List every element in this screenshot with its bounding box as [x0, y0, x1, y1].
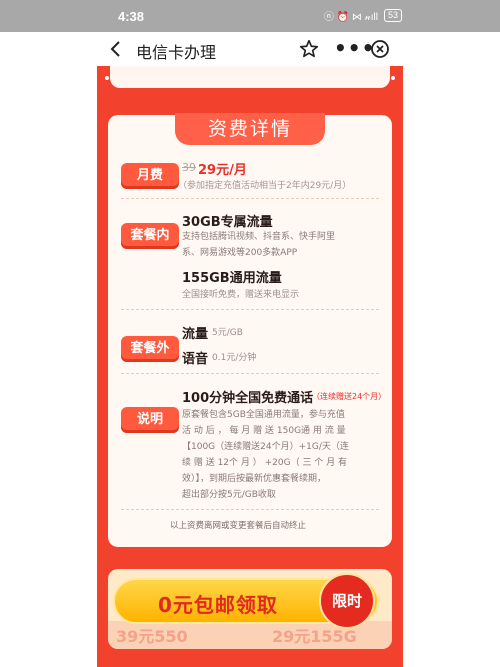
- previous-card: [110, 66, 390, 88]
- explain-line: 【100G（连续赠送24个月）+1G/天（连: [182, 442, 349, 452]
- cta-label: 0元包邮领取: [158, 593, 278, 617]
- package-in-item1-desc: 支持包括腾讯视频、抖音系、快手阿里: [182, 232, 336, 242]
- divider: [121, 373, 379, 374]
- left-margin: [0, 66, 97, 667]
- flow-label: 流量: [182, 327, 209, 342]
- explain-line: 原套餐包含5GB全国通用流量，参与充值: [182, 410, 345, 420]
- divider: [121, 509, 379, 510]
- right-margin: [403, 66, 500, 667]
- status-icons: ⓝ ⏰ ⋈ 𝓃ıll 53: [324, 8, 402, 23]
- voice-label: 语音: [182, 352, 209, 367]
- package-in-item1-title: 30GB专属流量: [182, 215, 273, 230]
- page-title: 电信卡办理: [136, 43, 217, 62]
- package-in-item2-desc: 全国接听免费，赠送来电显示: [182, 290, 300, 300]
- star-icon[interactable]: [298, 38, 320, 60]
- explain-title: 100分钟全国免费通话: [182, 391, 314, 406]
- explain-line: 活 动 后 ， 每 月 赠 送 150G通 用 流 量: [182, 426, 346, 436]
- current-price: 29元/月: [198, 163, 247, 178]
- promo-page[interactable]: 资费详情 月费 39 29元/月 （参加指定充值活动相当于2年内29元/月） 套…: [97, 66, 403, 667]
- signal-icons: ⓝ ⏰ ⋈ 𝓃ıll: [323, 12, 378, 23]
- decor-dot: [391, 76, 395, 80]
- decor-dot: [105, 76, 109, 80]
- price-note: （参加指定充值活动相当于2年内29元/月）: [178, 181, 352, 191]
- explain-line: 效）】，到期后按最新优惠套餐续期，: [182, 474, 327, 484]
- cta-bottom-left: 39元550: [116, 627, 188, 646]
- footer-note: 以上资费离网或变更套餐后自动终止: [170, 521, 307, 531]
- status-time: 4:38: [118, 9, 145, 24]
- tag-package-in: 套餐内: [121, 223, 179, 249]
- divider: [121, 309, 379, 310]
- fee-details-card: 资费详情 月费 39 29元/月 （参加指定充值活动相当于2年内29元/月） 套…: [108, 113, 392, 547]
- explain-badge: （连续赠送24个月）: [312, 392, 387, 401]
- limited-time-badge: 限时: [319, 573, 375, 629]
- battery-icon: 53: [383, 9, 402, 22]
- tag-monthly-fee: 月费: [121, 163, 179, 189]
- card-title: 资费详情: [175, 113, 325, 145]
- nav-bar: 电信卡办理 •••: [0, 32, 500, 66]
- tag-explain: 说明: [121, 407, 179, 433]
- flow-price: 5元/GB: [212, 328, 243, 338]
- voice-price: 0.1元/分钟: [212, 353, 257, 363]
- status-bar: 4:38 ⓝ ⏰ ⋈ 𝓃ıll 53: [0, 0, 500, 32]
- tag-package-out: 套餐外: [121, 336, 179, 362]
- explain-line: 超出部分按5元/GB收取: [182, 490, 276, 500]
- explain-line: 续 赠 送 12个 月 ） +20G（ 三 个 月 有: [182, 458, 348, 468]
- package-in-item1-desc: 系、网易游戏等200多款APP: [182, 248, 298, 258]
- back-arrow-icon[interactable]: [108, 37, 124, 61]
- old-price: 39: [182, 161, 196, 174]
- close-icon[interactable]: [370, 39, 390, 59]
- package-in-item2-title: 155GB通用流量: [182, 271, 282, 286]
- divider: [121, 198, 379, 199]
